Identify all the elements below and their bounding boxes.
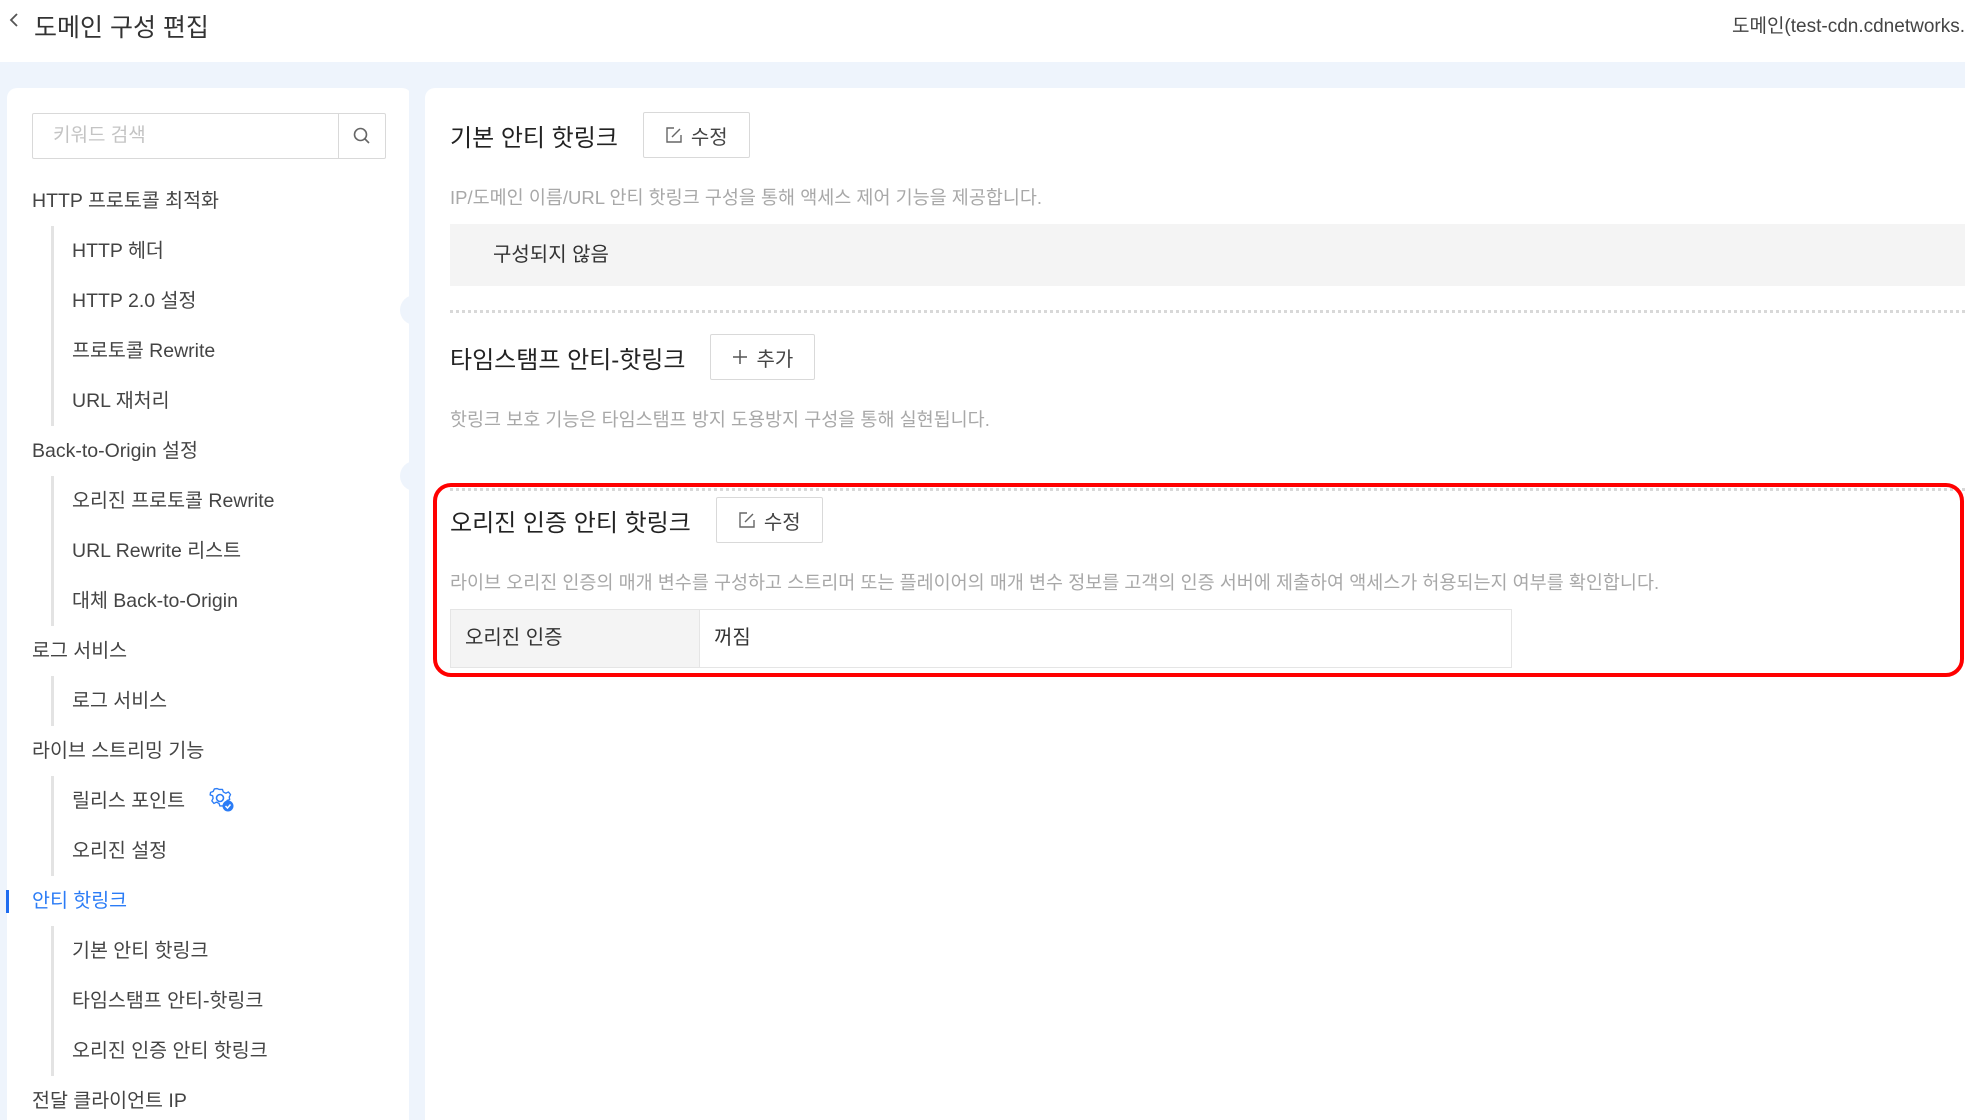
section-title: 기본 안티 핫링크 — [450, 124, 618, 152]
sidebar-item-http-header[interactable]: HTTP 헤더 — [7, 226, 412, 276]
sidebar-item-log-service[interactable]: 로그 서비스 — [7, 626, 412, 676]
add-timestamp-button[interactable]: 추가 — [710, 334, 816, 380]
sidebar-item-release-point[interactable]: 릴리스 포인트 — [7, 776, 412, 826]
button-label: 수정 — [690, 126, 728, 149]
search-input[interactable] — [33, 114, 338, 158]
section-description: 핫링크 보호 기능은 타임스탬프 방지 도용방지 구성을 통해 실현됩니다. — [450, 409, 990, 430]
sidebar-item-http2[interactable]: HTTP 2.0 설정 — [7, 276, 412, 326]
timeline-rail — [409, 88, 421, 1120]
section-divider — [450, 488, 1965, 491]
plus-icon — [733, 350, 748, 364]
section-description: 라이브 오리진 인증의 매개 변수를 구성하고 스트리머 또는 플레이어의 매개… — [450, 572, 1660, 593]
section-description: IP/도메인 이름/URL 안티 핫링크 구성을 통해 액세스 제어 기능을 제… — [450, 187, 1043, 208]
sidebar-nav: HTTP 프로토콜 최적화 HTTP 헤더 HTTP 2.0 설정 프로토콜 R… — [6, 176, 412, 1120]
nav-group-client-ip: 전달 클라이언트 IP — [7, 1076, 412, 1120]
origin-auth-field: 오리진 인증 꺼짐 — [450, 609, 1512, 668]
sidebar-item-origin-auth-anti-hotlink[interactable]: 오리진 인증 안티 핫링크 — [7, 1026, 412, 1076]
sidebar-item-forward-client-ip[interactable]: 전달 클라이언트 IP — [7, 1076, 412, 1120]
page-header: 도메인 구성 편집 도메인(test-cdn.cdnetworks. — [0, 0, 1965, 62]
sidebar-item-origin-protocol-rewrite[interactable]: 오리진 프로토콜 Rewrite — [7, 476, 412, 526]
sidebar-item-origin-settings[interactable]: 오리진 설정 — [7, 826, 412, 876]
edit-icon — [666, 127, 682, 143]
nav-group-live-streaming: 라이브 스트리밍 기능 릴리스 포인트 오리진 설정 — [7, 726, 412, 876]
domain-label: 도메인(test-cdn.cdnetworks. — [1731, 16, 1965, 37]
sidebar-item-url-reprocess[interactable]: URL 재처리 — [7, 376, 412, 426]
button-label: 수정 — [763, 511, 801, 534]
page-title: 도메인 구성 편집 — [34, 14, 209, 42]
sidebar-item-timestamp-anti-hotlink[interactable]: 타임스탬프 안티-핫링크 — [7, 976, 412, 1026]
sidebar-item-alt-back-to-origin[interactable]: 대체 Back-to-Origin — [7, 576, 412, 626]
sidebar-item-protocol-rewrite[interactable]: 프로토콜 Rewrite — [7, 326, 412, 376]
sidebar-item-url-rewrite-list[interactable]: URL Rewrite 리스트 — [7, 526, 412, 576]
button-label: 추가 — [756, 348, 794, 371]
section-title: 타임스탬프 안티-핫링크 — [450, 346, 686, 374]
sidebar-item-log-service-sub[interactable]: 로그 서비스 — [7, 676, 412, 726]
nav-group-log: 로그 서비스 로그 서비스 — [7, 626, 412, 726]
sidebar: HTTP 프로토콜 최적화 HTTP 헤더 HTTP 2.0 설정 프로토콜 R… — [6, 88, 412, 1120]
search-button[interactable] — [338, 114, 385, 158]
back-button[interactable] — [8, 10, 20, 36]
sidebar-item-live-streaming[interactable]: 라이브 스트리밍 기능 — [7, 726, 412, 776]
sidebar-item-basic-anti-hotlink[interactable]: 기본 안티 핫링크 — [7, 926, 412, 976]
sidebar-item-http-optimization[interactable]: HTTP 프로토콜 최적화 — [7, 176, 412, 226]
field-value: 꺼짐 — [714, 627, 751, 649]
sidebar-item-back-to-origin[interactable]: Back-to-Origin 설정 — [7, 426, 412, 476]
sidebar-item-label: 릴리스 포인트 — [72, 790, 186, 812]
edit-origin-auth-button[interactable]: 수정 — [715, 497, 823, 543]
section-divider — [450, 310, 1965, 313]
main-content: 기본 안티 핫링크 수정 IP/도메인 이름/URL 안티 핫링크 구성을 통해… — [425, 88, 1965, 1120]
sidebar-item-anti-hotlink[interactable]: 안티 핫링크 — [6, 876, 412, 926]
search-box — [32, 113, 386, 159]
section-origin-auth-anti-hotlink: 오리진 인증 안티 핫링크 수정 라이브 오리진 인증의 매개 변수를 구성하고… — [450, 497, 1659, 668]
edit-icon — [739, 512, 755, 528]
field-label: 오리진 인증 — [451, 610, 700, 667]
nav-group-http: HTTP 프로토콜 최적화 HTTP 헤더 HTTP 2.0 설정 프로토콜 R… — [7, 176, 412, 426]
status-box: 구성되지 않음 — [450, 224, 1965, 286]
nav-group-back-to-origin: Back-to-Origin 설정 오리진 프로토콜 Rewrite URL R… — [7, 426, 412, 626]
search-icon — [353, 127, 370, 144]
section-timestamp-anti-hotlink: 타임스탬프 안티-핫링크 추가 핫링크 보호 기능은 타임스탬프 방지 도용방지… — [450, 334, 990, 432]
edit-basic-button[interactable]: 수정 — [642, 112, 750, 158]
section-title: 오리진 인증 안티 핫링크 — [450, 509, 691, 537]
section-basic-anti-hotlink: 기본 안티 핫링크 수정 IP/도메인 이름/URL 안티 핫링크 구성을 통해… — [450, 112, 1965, 286]
chevron-left-icon — [9, 13, 18, 27]
nav-group-anti-hotlink: 안티 핫링크 기본 안티 핫링크 타임스탬프 안티-핫링크 오리진 인증 안티 … — [6, 876, 412, 1076]
gear-check-icon — [209, 787, 234, 812]
